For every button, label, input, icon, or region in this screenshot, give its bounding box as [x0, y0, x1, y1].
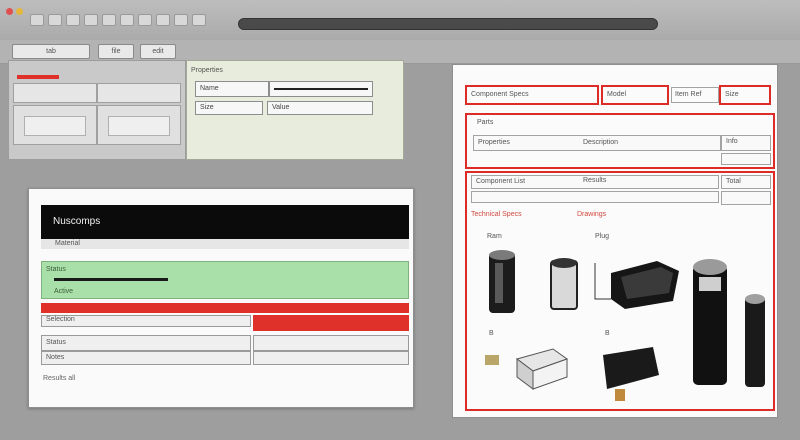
- status-bar-short: [146, 278, 168, 281]
- cylinder-part-icon: [489, 250, 515, 313]
- pane-tile[interactable]: [13, 83, 97, 103]
- menu-icon[interactable]: [174, 14, 188, 26]
- properties-pane: Properties Name Size Value: [186, 60, 404, 160]
- item-label-b1: B: [489, 330, 494, 337]
- pane-header: Properties: [191, 67, 223, 74]
- component-specs-panel: Component Specs Model Item Ref Size Part…: [452, 64, 778, 418]
- size-label-field[interactable]: Size: [195, 101, 263, 115]
- switch-component-icon: [603, 347, 659, 401]
- box-component-icon: [515, 348, 569, 390]
- technical-specs-label: Technical Specs: [471, 211, 522, 218]
- status-row[interactable]: Status Active: [41, 261, 409, 299]
- component-list-section: Component List Results Total Technical S…: [465, 171, 775, 411]
- pane-tile[interactable]: [97, 105, 181, 145]
- back-icon[interactable]: [30, 14, 44, 26]
- parts-section: Parts Properties Description Info: [465, 113, 775, 169]
- settings-icon[interactable]: [120, 14, 134, 26]
- properties-label: Properties: [478, 139, 510, 146]
- extra-icon[interactable]: [192, 14, 206, 26]
- size-input[interactable]: Value: [267, 101, 373, 115]
- status-row-label: Status: [46, 266, 66, 273]
- item-label-plug: Plug: [595, 233, 610, 240]
- tab-label: Size: [725, 91, 739, 98]
- name-input[interactable]: [269, 81, 373, 97]
- bookmark-icon[interactable]: [102, 14, 116, 26]
- table-row[interactable]: Notes: [41, 351, 251, 365]
- tab-size[interactable]: Size: [719, 85, 771, 105]
- properties-value: Description: [583, 139, 619, 146]
- tab-model[interactable]: Model: [601, 85, 669, 105]
- spec-extra[interactable]: [721, 191, 771, 205]
- header-accent: [41, 303, 409, 313]
- component-list-value: Results: [583, 177, 607, 184]
- table-row-highlight: [253, 315, 409, 331]
- accent-line: [17, 75, 59, 79]
- item-label-ram: Ram: [487, 233, 502, 240]
- menu-button-1[interactable]: tab: [12, 44, 90, 59]
- component-drawings: B B: [485, 250, 765, 401]
- properties-extra-2[interactable]: [721, 153, 771, 165]
- menu-button-2[interactable]: file: [98, 44, 134, 59]
- tab-item-ref[interactable]: Item Ref: [671, 87, 719, 103]
- pane-tile[interactable]: [13, 105, 97, 145]
- spec-row[interactable]: [471, 191, 719, 203]
- small-cylinder-part-icon: [745, 294, 765, 387]
- pane-tile[interactable]: [97, 83, 181, 103]
- menu-button-3[interactable]: edit: [140, 44, 176, 59]
- tab-component-specs[interactable]: Component Specs: [465, 85, 599, 105]
- component-list-extra[interactable]: Total: [721, 175, 771, 189]
- address-bar[interactable]: [238, 18, 658, 30]
- dialog-subtitle: Material: [41, 239, 409, 249]
- name-label-field[interactable]: Name: [195, 81, 269, 97]
- tab-label: Model: [607, 91, 627, 98]
- connector-part-icon: [611, 261, 679, 309]
- item-label-b2: B: [605, 330, 610, 337]
- tools-icon[interactable]: [138, 14, 152, 26]
- parts-title: Parts: [477, 119, 494, 126]
- dialog-title: Nuscomps: [41, 205, 409, 239]
- home-icon[interactable]: [84, 14, 98, 26]
- minimize-window-icon[interactable]: [16, 8, 23, 15]
- table-cell[interactable]: [253, 351, 409, 365]
- drawings-label: Drawings: [577, 211, 607, 218]
- table-row[interactable]: Selection: [41, 315, 251, 327]
- material-dialog: Nuscomps Material Status Active Selectio…: [28, 188, 414, 408]
- tall-cylinder-part-icon: [693, 259, 727, 385]
- table-row[interactable]: Status: [41, 335, 251, 351]
- tab-label: Component Specs: [471, 91, 529, 98]
- window-titlebar: [0, 0, 800, 44]
- help-icon[interactable]: [156, 14, 170, 26]
- sleeve-part-icon: [550, 258, 578, 310]
- properties-extra[interactable]: Info: [721, 135, 771, 151]
- status-row-sub: Active: [54, 288, 74, 295]
- reload-icon[interactable]: [66, 14, 80, 26]
- chip-icon: [485, 355, 499, 365]
- dialog-footer: Results all: [43, 375, 76, 382]
- close-window-icon[interactable]: [6, 8, 13, 15]
- forward-icon[interactable]: [48, 14, 62, 26]
- table-cell[interactable]: [253, 335, 409, 351]
- component-list-label: Component List: [476, 178, 526, 185]
- left-thumbnail-pane: [8, 60, 186, 160]
